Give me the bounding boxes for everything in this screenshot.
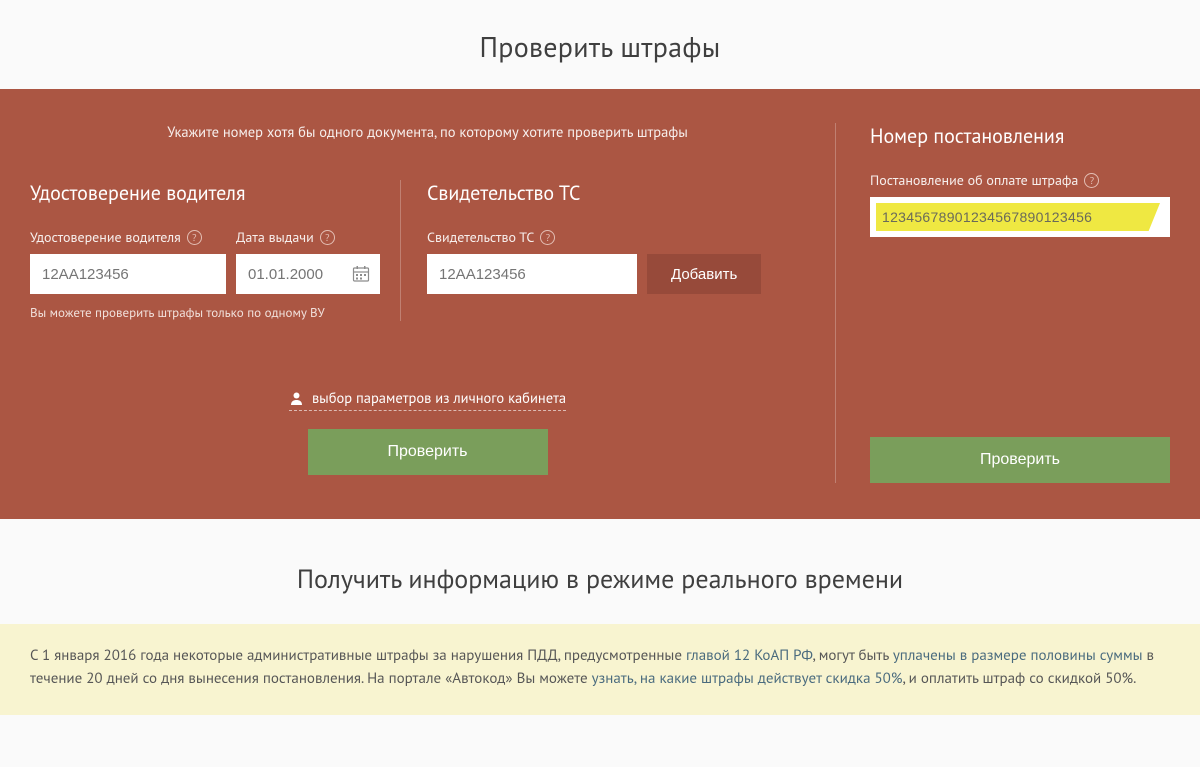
decree-label: Постановление об оплате штрафа (870, 171, 1078, 189)
check-button-right[interactable]: Проверить (870, 437, 1170, 483)
add-cert-button[interactable]: Добавить (647, 254, 761, 294)
decree-value: 12345678901234567890123456 (870, 197, 1170, 237)
decree-input[interactable]: 12345678901234567890123456 (870, 197, 1170, 237)
banner-link-discount[interactable]: узнать, на какие штрафы действует скидка… (592, 669, 903, 688)
banner-text-4: , и оплатить штраф со скидкой 50%. (902, 669, 1136, 688)
check-button-left[interactable]: Проверить (308, 429, 548, 475)
decree-section-title: Номер постановления (870, 123, 1170, 149)
info-banner: С 1 января 2016 года некоторые администр… (0, 624, 1200, 715)
help-icon[interactable]: ? (187, 230, 202, 245)
driver-section-title: Удостоверение водителя (30, 180, 382, 206)
driver-num-label: Удостоверение водителя (30, 228, 181, 246)
banner-text-1: С 1 января 2016 года некоторые администр… (30, 646, 686, 665)
driver-helper-text: Вы можете проверить штрафы только по одн… (30, 304, 382, 321)
cert-section-title: Свидетельство ТС (427, 180, 807, 206)
page-title: Проверить штрафы (0, 0, 1200, 89)
driver-date-label: Дата выдачи (236, 228, 314, 246)
banner-text-2: , могут быть (813, 646, 893, 665)
help-icon[interactable]: ? (540, 230, 555, 245)
panel-left: Укажите номер хотя бы одного документа, … (30, 123, 835, 483)
cert-column: Свидетельство ТС Свидетельство ТС ? Доба… (400, 180, 825, 321)
check-panel: Укажите номер хотя бы одного документа, … (0, 89, 1200, 519)
decree-column: Номер постановления Постановление об опл… (835, 123, 1170, 483)
driver-date-input[interactable] (236, 254, 380, 294)
help-icon[interactable]: ? (320, 230, 335, 245)
driver-column: Удостоверение водителя Удостоверение вод… (30, 180, 400, 321)
banner-link-koap[interactable]: главой 12 КоАП РФ (686, 646, 813, 665)
help-icon[interactable]: ? (1084, 173, 1099, 188)
user-icon (289, 391, 304, 406)
realtime-section-title: Получить информацию в режиме реального в… (0, 519, 1200, 624)
profile-params-link[interactable]: выбор параметров из личного кабинета (289, 389, 566, 411)
banner-link-half[interactable]: уплачены в размере половины суммы (893, 646, 1143, 665)
cert-num-input[interactable] (427, 254, 637, 294)
profile-params-label: выбор параметров из личного кабинета (312, 389, 566, 408)
cert-num-label: Свидетельство ТС (427, 228, 534, 246)
instruction-text: Укажите номер хотя бы одного документа, … (30, 123, 825, 142)
driver-num-input[interactable] (30, 254, 226, 294)
